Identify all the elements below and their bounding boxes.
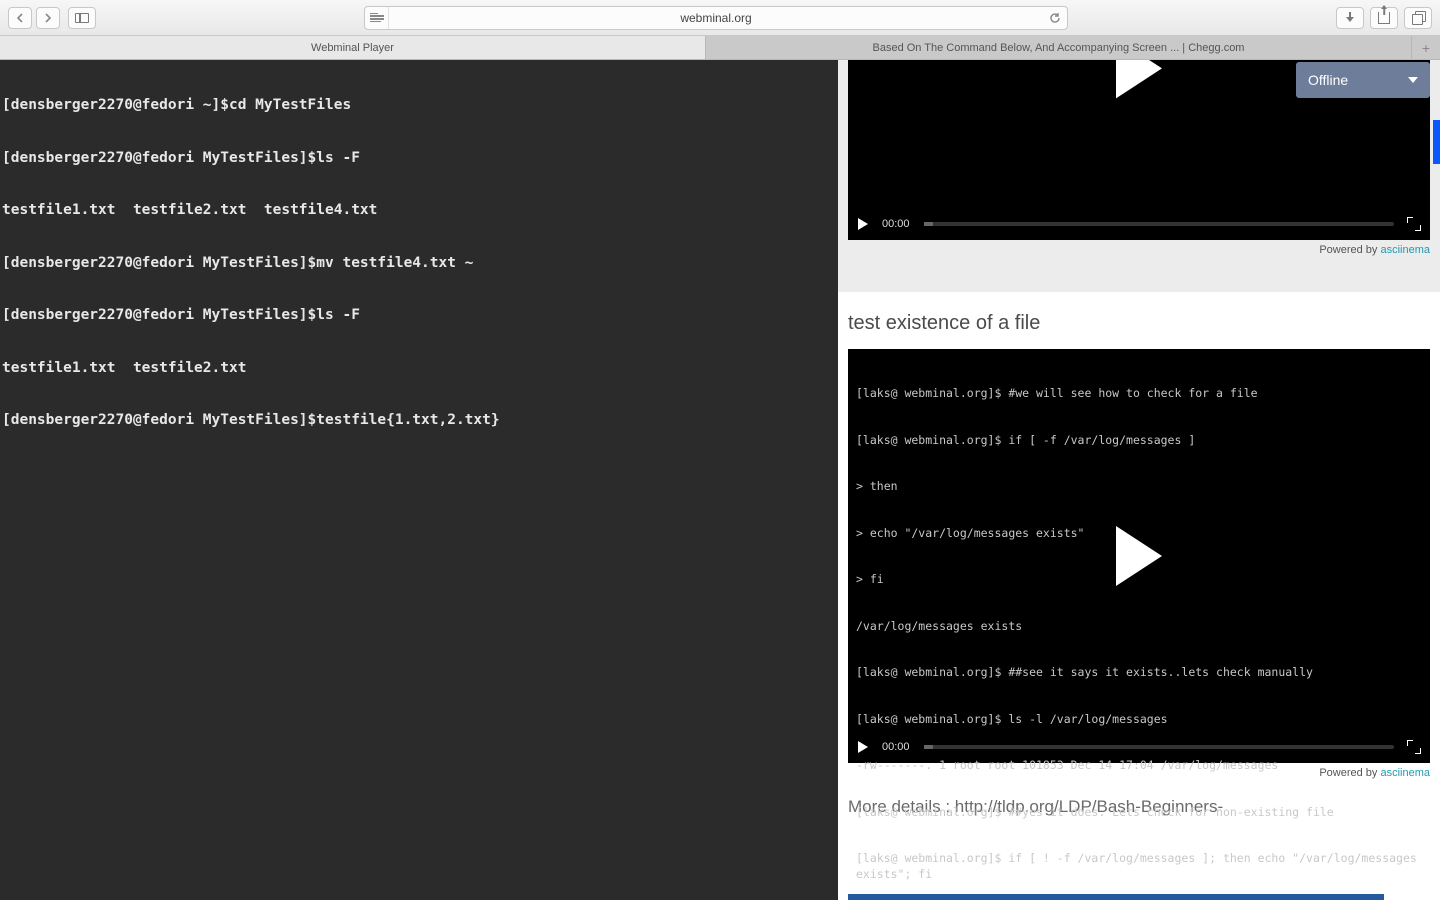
side-accent <box>1433 120 1440 164</box>
url-bar[interactable]: webminal.org <box>364 6 1068 30</box>
play-overlay-button[interactable] <box>1099 516 1179 596</box>
progress-track[interactable] <box>924 745 1394 749</box>
fullscreen-button[interactable] <box>1408 218 1420 230</box>
progress-track[interactable] <box>924 222 1394 226</box>
cast-line: [laks@ webminal.org]$ ##see it says it e… <box>856 665 1422 681</box>
browser-toolbar: webminal.org <box>0 0 1440 36</box>
chevron-down-icon <box>1408 77 1418 83</box>
cast-line: [laks@ webminal.org]$ #we will see how t… <box>856 386 1422 402</box>
tab-webminal[interactable]: Webminal Player <box>0 36 706 59</box>
player-controls: 00:00 <box>848 208 1430 240</box>
tab-chegg[interactable]: Based On The Command Below, And Accompan… <box>706 36 1412 59</box>
offline-label: Offline <box>1308 72 1348 88</box>
forward-button[interactable] <box>36 7 60 29</box>
sidebar-toggle-button[interactable] <box>68 7 96 29</box>
reload-button[interactable] <box>1043 7 1067 29</box>
tabs-icon <box>1412 12 1424 24</box>
download-icon <box>1344 12 1356 24</box>
play-button[interactable] <box>858 741 868 753</box>
terminal-line: [densberger2270@fedori ~]$cd MyTestFiles <box>2 97 836 115</box>
tab-label: Webminal Player <box>311 42 394 54</box>
tab-label: Based On The Command Below, And Accompan… <box>873 42 1245 54</box>
cast-line: [laks@ webminal.org]$ if [ ! -f /var/log… <box>856 851 1422 882</box>
downloads-button[interactable] <box>1336 7 1364 29</box>
player-time: 00:00 <box>882 741 910 753</box>
offline-dropdown[interactable]: Offline <box>1296 62 1430 98</box>
terminal-line: [densberger2270@fedori MyTestFiles]$ls -… <box>2 150 836 168</box>
terminal-line: testfile1.txt testfile2.txt testfile4.tx… <box>2 202 836 220</box>
cast-line: [laks@ webminal.org]$ ls -l /var/log/mes… <box>856 712 1422 728</box>
cast-line: /var/log/messages exists <box>856 619 1422 635</box>
terminal-line: [densberger2270@fedori MyTestFiles]$ls -… <box>2 307 836 325</box>
sidebar-icon <box>75 13 89 23</box>
section-title: test existence of a file <box>838 292 1440 343</box>
reader-mode-button[interactable] <box>365 7 389 29</box>
asciinema-player-2: [laks@ webminal.org]$ #we will see how t… <box>848 349 1430 763</box>
terminal-line: [densberger2270@fedori MyTestFiles]$test… <box>2 412 836 430</box>
cast-line: [laks@ webminal.org]$ if [ -f /var/log/m… <box>856 433 1422 449</box>
powered-by: Powered by asciinema <box>838 240 1440 256</box>
play-icon <box>1116 60 1162 98</box>
bottom-accent <box>848 894 1384 900</box>
reader-icon <box>370 13 384 23</box>
fullscreen-button[interactable] <box>1408 741 1420 753</box>
url-text: webminal.org <box>389 11 1043 25</box>
tab-bar: Webminal Player Based On The Command Bel… <box>0 36 1440 60</box>
player-time: 00:00 <box>882 218 910 230</box>
back-button[interactable] <box>8 7 32 29</box>
terminal-line: testfile1.txt testfile2.txt <box>2 360 836 378</box>
right-pane: 00:00 Powered by asciinema test existenc… <box>838 60 1440 900</box>
cast-line: [laks@ webminal.org]$ ##yes it does. Let… <box>856 805 1422 821</box>
share-icon <box>1378 12 1390 24</box>
content-area: [densberger2270@fedori ~]$cd MyTestFiles… <box>0 60 1440 900</box>
terminal-line: [densberger2270@fedori MyTestFiles]$mv t… <box>2 255 836 273</box>
cast-line: > then <box>856 479 1422 495</box>
play-icon <box>1116 526 1162 586</box>
play-overlay-button[interactable] <box>1099 60 1179 108</box>
terminal[interactable]: [densberger2270@fedori ~]$cd MyTestFiles… <box>0 60 838 900</box>
new-tab-button[interactable]: + <box>1412 36 1440 59</box>
asciinema-link[interactable]: asciinema <box>1380 244 1430 256</box>
show-tabs-button[interactable] <box>1404 7 1432 29</box>
play-button[interactable] <box>858 218 868 230</box>
toolbar-right-buttons <box>1336 7 1432 29</box>
player-controls: 00:00 <box>848 731 1430 763</box>
nav-buttons <box>8 7 60 29</box>
share-button[interactable] <box>1370 7 1398 29</box>
cast-content: [laks@ webminal.org]$ #we will see how t… <box>856 355 1422 900</box>
